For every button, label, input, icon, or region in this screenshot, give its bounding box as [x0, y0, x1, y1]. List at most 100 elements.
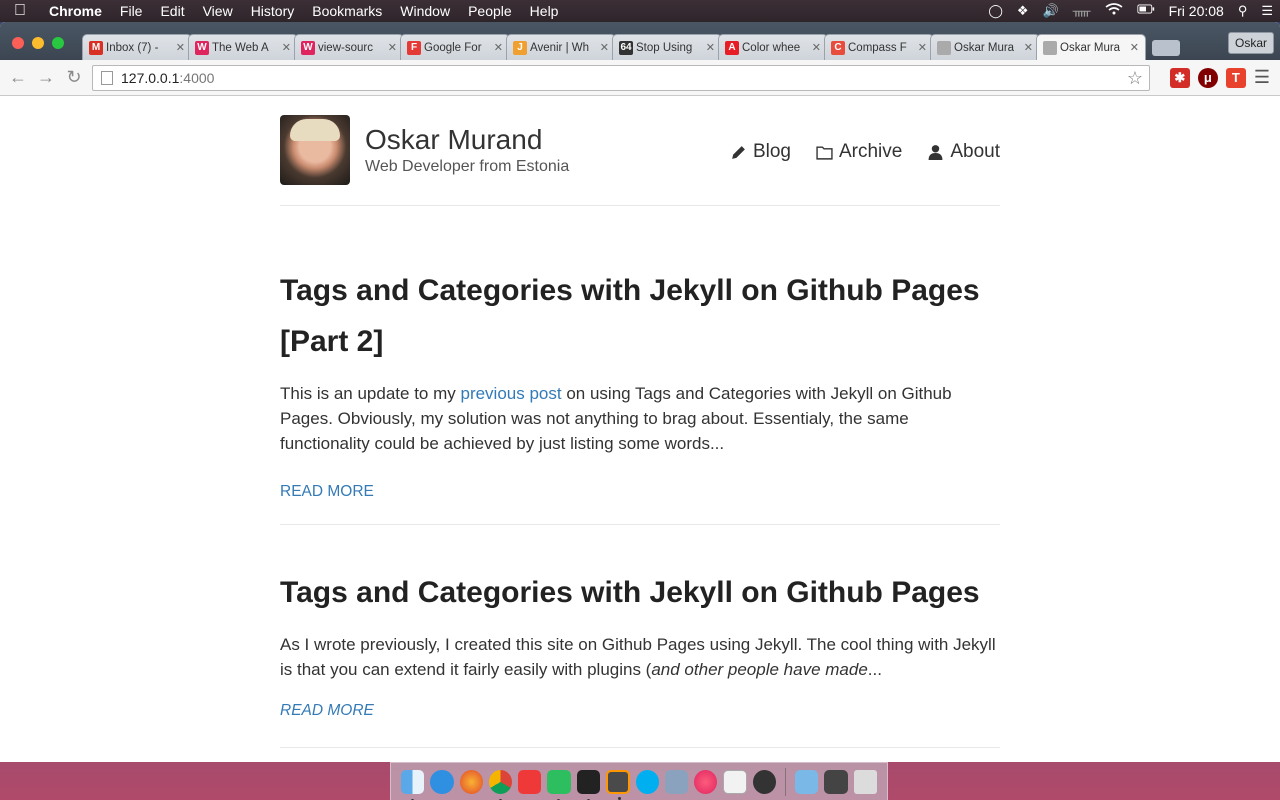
w-icon: W: [301, 40, 315, 55]
browser-tab[interactable]: J Avenir | Wh ✕: [506, 34, 616, 60]
tab-label: The Web A: [212, 41, 269, 54]
close-window-button[interactable]: [12, 37, 24, 49]
browser-tab[interactable]: Oskar Mura ✕: [930, 34, 1040, 60]
browser-window: M Inbox (7) - ✕ W The Web A ✕ Wview-sourc ✕ F Go…: [0, 22, 1280, 762]
close-tab-icon[interactable]: ✕: [918, 41, 927, 54]
chrome-icon[interactable]: [488, 769, 513, 800]
site-title[interactable]: Oskar Murand: [365, 124, 542, 156]
post-item: Tags and Categories with Jekyll on Githu…: [280, 525, 1000, 748]
sublime-text-icon[interactable]: [606, 769, 630, 800]
nav-blog-label: Blog: [752, 141, 791, 162]
google-fonts-icon: F: [407, 40, 421, 55]
close-tab-icon[interactable]: ✕: [1024, 41, 1033, 54]
menu-app-name[interactable]: Chrome: [40, 0, 111, 22]
minimize-window-button[interactable]: [32, 37, 44, 49]
read-more-link[interactable]: READ MORE: [280, 702, 374, 720]
nav-blog-link[interactable]: Blog: [730, 141, 791, 163]
folder-icon[interactable]: [795, 769, 819, 794]
excerpt-text: This is an update to my: [280, 384, 461, 403]
folder-icon: [816, 145, 833, 160]
document-icon[interactable]: [723, 769, 747, 794]
post-title[interactable]: Tags and Categories with Jekyll on Githu…: [280, 265, 1000, 367]
close-tab-icon[interactable]: ✕: [1130, 41, 1139, 54]
menu-help[interactable]: Help: [521, 0, 568, 22]
notification-center-icon[interactable]: ☰: [1254, 0, 1280, 22]
menu-window[interactable]: Window: [391, 0, 459, 22]
menu-bookmarks[interactable]: Bookmarks: [303, 0, 391, 22]
nav-about-label: About: [950, 141, 1000, 162]
site-nav: Blog Archive About: [730, 141, 1000, 163]
menu-view[interactable]: View: [194, 0, 242, 22]
xcode-icon[interactable]: [664, 769, 689, 794]
new-tab-button[interactable]: [1152, 40, 1180, 56]
browser-tab[interactable]: Wview-sourc ✕: [294, 34, 404, 60]
bookmark-star-icon[interactable]: ☆: [1127, 68, 1143, 89]
read-more-link[interactable]: READ MORE: [280, 483, 374, 501]
site-header: Oskar Murand Web Developer from Estonia …: [280, 96, 1000, 206]
evernote-icon[interactable]: [547, 769, 571, 800]
nav-about-link[interactable]: About: [927, 141, 1000, 163]
post-title[interactable]: Tags and Categories with Jekyll on Githu…: [280, 567, 1000, 618]
wifi-icon[interactable]: [1098, 0, 1130, 22]
dropbox-icon[interactable]: ❖: [1010, 0, 1036, 22]
browser-tab[interactable]: A Color whee ✕: [718, 34, 828, 60]
close-tab-icon[interactable]: ✕: [706, 41, 715, 54]
close-tab-icon[interactable]: ✕: [176, 41, 185, 54]
close-tab-icon[interactable]: ✕: [388, 41, 397, 54]
itunes-icon[interactable]: [694, 769, 718, 794]
menu-file[interactable]: File: [111, 0, 152, 22]
macos-menu-bar:  Chrome File Edit View History Bookmark…: [0, 0, 1280, 22]
terminal-icon[interactable]: [576, 769, 601, 800]
browser-tab[interactable]: C Compass F ✕: [824, 34, 934, 60]
browser-tab[interactable]: 64 Stop Using ✕: [612, 34, 722, 60]
browser-tab[interactable]: M Inbox (7) - ✕: [82, 34, 192, 60]
safari-icon[interactable]: [430, 769, 454, 794]
pencil-icon: [732, 145, 745, 159]
close-tab-icon[interactable]: ✕: [282, 41, 291, 54]
firefox-icon[interactable]: [459, 769, 483, 794]
avatar[interactable]: [280, 115, 350, 185]
forward-icon[interactable]: →: [32, 67, 60, 88]
tab-label: Color whee: [742, 41, 801, 54]
back-icon[interactable]: ←: [4, 67, 32, 88]
skype-icon[interactable]: [635, 769, 659, 794]
volume-icon[interactable]: 🔊: [1036, 0, 1066, 22]
clock[interactable]: Fri 20:08: [1162, 0, 1231, 22]
screen-icon[interactable]: [824, 769, 848, 794]
todo-extension-icon[interactable]: T: [1225, 67, 1246, 88]
trash-icon[interactable]: [853, 769, 877, 794]
menu-history[interactable]: History: [242, 0, 304, 22]
tab-label: Compass F: [848, 41, 907, 54]
finder-icon[interactable]: [401, 769, 425, 800]
browser-tab[interactable]: F Google For ✕: [400, 34, 510, 60]
zoom-window-button[interactable]: [52, 37, 64, 49]
spotlight-icon[interactable]: ⚲: [1231, 0, 1255, 22]
lastpass-extension-icon[interactable]: ✱: [1169, 67, 1190, 88]
menu-edit[interactable]: Edit: [151, 0, 193, 22]
page-icon: [937, 40, 951, 55]
battery-icon[interactable]: [1130, 0, 1162, 22]
bluetooth-icon[interactable]: ᚅ: [1066, 0, 1098, 22]
post-excerpt: As I wrote previously, I created this si…: [280, 632, 1000, 682]
status-circle-icon[interactable]: ◯: [981, 0, 1010, 22]
url-port: :4000: [179, 70, 215, 86]
ublock-extension-icon[interactable]: μ: [1197, 67, 1218, 88]
chrome-menu-icon[interactable]: ☰: [1254, 67, 1270, 88]
page-icon: [101, 71, 113, 85]
previous-post-link[interactable]: previous post: [460, 384, 561, 403]
browser-tab[interactable]: Oskar Mura ✕: [1036, 34, 1146, 60]
reload-icon[interactable]: ↻: [60, 67, 88, 88]
profile-button[interactable]: Oskar: [1227, 32, 1274, 54]
vivaldi-icon[interactable]: [518, 769, 542, 794]
github-icon[interactable]: [752, 769, 777, 794]
nav-archive-link[interactable]: Archive: [816, 141, 902, 163]
close-tab-icon[interactable]: ✕: [812, 41, 821, 54]
browser-tab[interactable]: W The Web A ✕: [188, 34, 298, 60]
apple-menu-icon[interactable]: : [0, 2, 40, 20]
address-bar[interactable]: 127.0.0.1:4000 ☆: [92, 65, 1150, 91]
menu-people[interactable]: People: [459, 0, 521, 22]
close-tab-icon[interactable]: ✕: [600, 41, 609, 54]
close-tab-icon[interactable]: ✕: [494, 41, 503, 54]
tab-label: Stop Using: [636, 41, 693, 54]
64-icon: 64: [619, 40, 633, 55]
